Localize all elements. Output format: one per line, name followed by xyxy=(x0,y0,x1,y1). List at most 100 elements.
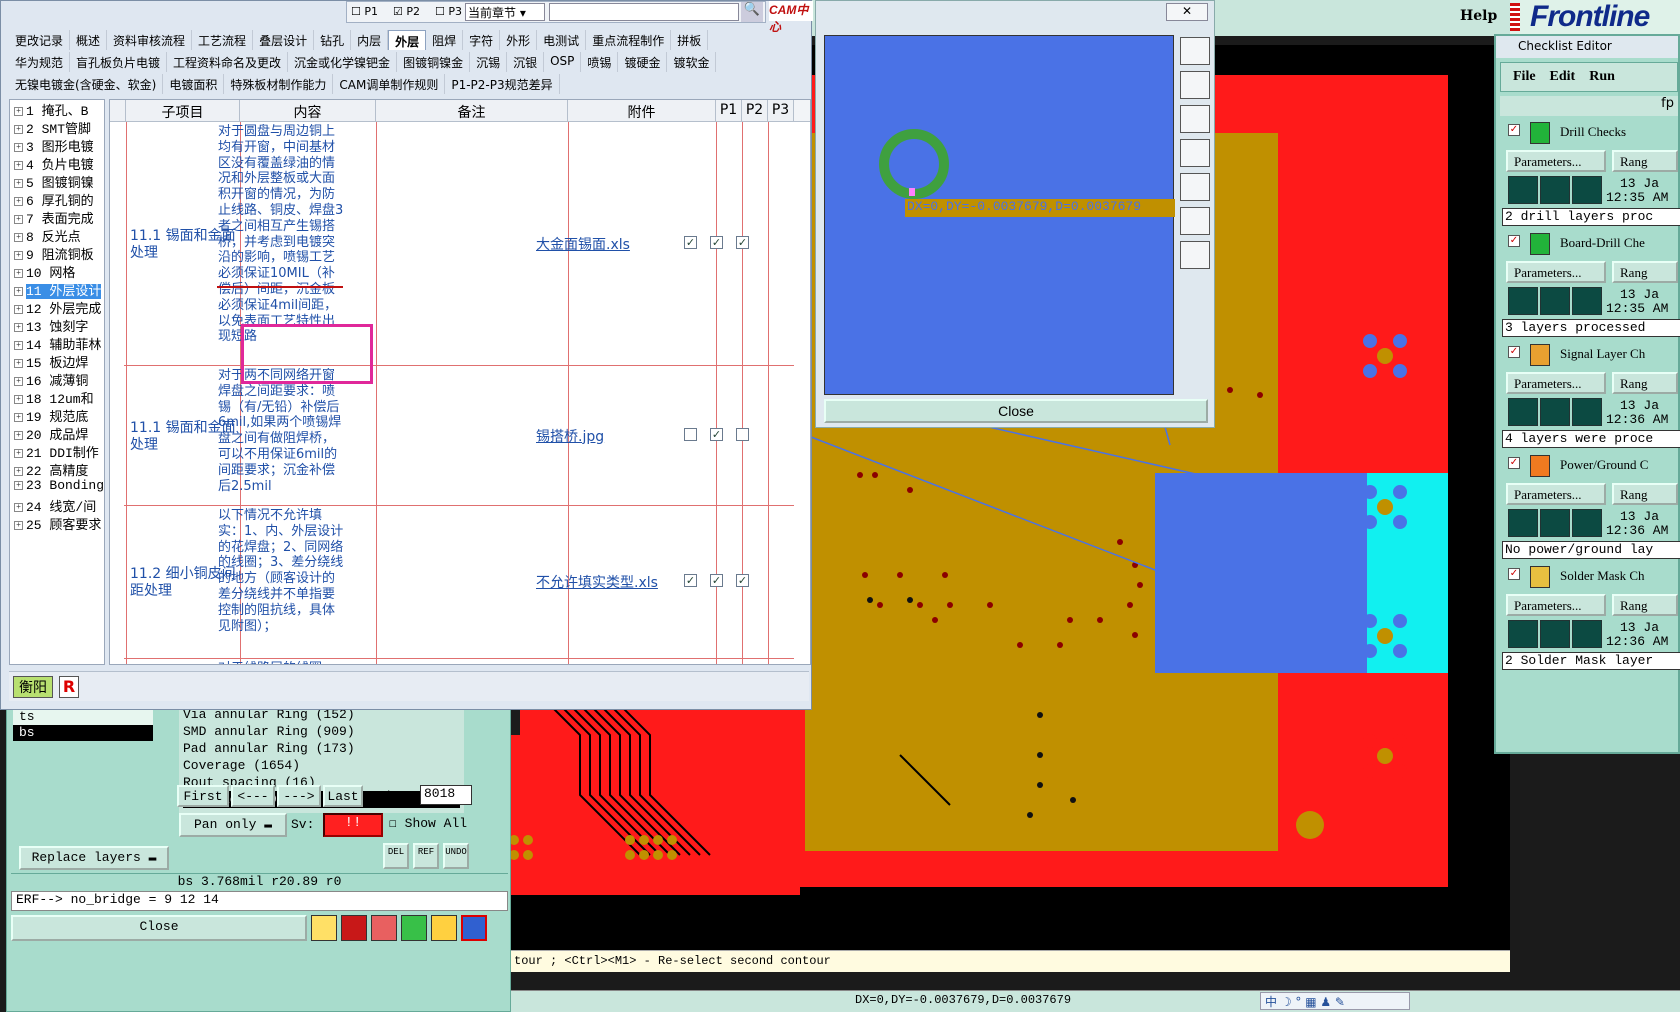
run-icon[interactable] xyxy=(1572,398,1602,426)
expand-icon[interactable]: + xyxy=(14,431,23,441)
tab-item[interactable]: 图镀铜镍金 xyxy=(397,52,471,72)
menu-run[interactable]: Run xyxy=(1589,69,1615,85)
tab-item[interactable]: 电镀面积 xyxy=(163,74,225,94)
tree-node[interactable]: +5 图镀铜镍 xyxy=(10,172,104,191)
tab-item[interactable]: 概述 xyxy=(70,30,108,50)
layer-list[interactable]: ts bs xyxy=(13,709,153,829)
expand-icon[interactable]: + xyxy=(14,305,23,315)
run-icon[interactable] xyxy=(1540,620,1570,648)
chapter-tree[interactable]: +1 掩孔、B +2 SMT管脚 +3 图形电镀 +4 负片电镀 +5 图镀铜镍 +6 厚… xyxy=(9,99,105,665)
fit-icon[interactable] xyxy=(1180,207,1210,235)
parameters-button[interactable]: Parameters... xyxy=(1506,372,1606,394)
tab-item[interactable]: P1-P2-P3规范差异 xyxy=(445,74,560,94)
range-button[interactable]: Rang xyxy=(1612,150,1678,172)
run-icon[interactable] xyxy=(1572,176,1602,204)
parameters-button[interactable]: Parameters... xyxy=(1506,261,1606,283)
run-icon[interactable] xyxy=(1508,509,1538,537)
range-button[interactable]: Rang xyxy=(1612,594,1678,616)
pan-icon[interactable] xyxy=(1180,241,1210,269)
tab-item[interactable]: 电测试 xyxy=(537,30,587,50)
expand-icon[interactable]: + xyxy=(14,251,23,261)
col-header-notes[interactable]: 备注 xyxy=(376,100,568,122)
p2-checkbox[interactable]: ✓ xyxy=(710,574,723,587)
run-icon[interactable] xyxy=(1540,176,1570,204)
tab-item[interactable]: 叠层设计 xyxy=(253,30,315,50)
r-button[interactable]: R xyxy=(59,676,79,698)
p3-checkbox[interactable]: ✓ xyxy=(736,574,749,587)
city-button[interactable]: 衡阳 xyxy=(13,676,53,698)
col-header-content[interactable]: 内容 xyxy=(240,100,376,122)
run-icon[interactable] xyxy=(1572,620,1602,648)
p3-filter[interactable]: ☐ P3 xyxy=(435,5,462,18)
tree-node[interactable]: +20 成品焊 xyxy=(10,424,104,443)
col-header-p1[interactable]: P1 xyxy=(716,100,742,122)
parameters-button[interactable]: Parameters... xyxy=(1506,150,1606,172)
del-button[interactable]: DEL xyxy=(383,843,409,869)
tree-node[interactable]: +15 板边焊 xyxy=(10,352,104,371)
ime-toolbar[interactable]: 中 ☽ ° ▦ ♟ ✎ xyxy=(1260,992,1410,1010)
expand-icon[interactable]: + xyxy=(14,143,23,153)
expand-icon[interactable]: + xyxy=(14,341,23,351)
parameters-button[interactable]: Parameters... xyxy=(1506,483,1606,505)
tab-item[interactable]: 钻孔 xyxy=(314,30,352,50)
range-button[interactable]: Rang xyxy=(1612,483,1678,505)
expand-icon[interactable]: + xyxy=(14,269,23,279)
tab-item[interactable]: 工程资料命名及更改 xyxy=(167,52,289,72)
tree-node[interactable]: +2 SMT管脚 xyxy=(10,118,104,137)
tab-item[interactable]: 沉锡 xyxy=(470,52,508,72)
col-header-p3[interactable]: P3 xyxy=(768,100,794,122)
enable-checkbox[interactable]: ✓ xyxy=(1508,457,1520,469)
tool-icon[interactable] xyxy=(461,915,487,941)
tab-item[interactable]: 外层 xyxy=(388,30,427,50)
expand-icon[interactable]: + xyxy=(14,413,23,423)
tree-node[interactable]: +4 负片电镀 xyxy=(10,154,104,173)
parameters-button[interactable]: Parameters... xyxy=(1506,594,1606,616)
expand-icon[interactable]: + xyxy=(14,107,23,117)
close-icon[interactable]: ✕ xyxy=(1166,3,1208,21)
tab-item[interactable]: CAM调单制作规则 xyxy=(333,74,446,94)
tree-node[interactable]: +1 掩孔、B xyxy=(10,100,104,119)
tab-item[interactable]: 更改记录 xyxy=(9,30,71,50)
col-header-attach[interactable]: 附件 xyxy=(568,100,716,122)
tab-item[interactable]: 资料审核流程 xyxy=(107,30,193,50)
run-icon[interactable] xyxy=(1508,620,1538,648)
tree-node[interactable]: +3 图形电镀 xyxy=(10,136,104,155)
tab-item[interactable]: 喷锡 xyxy=(581,52,619,72)
close-button[interactable]: Close xyxy=(11,915,307,941)
tool-icon[interactable] xyxy=(401,915,427,941)
expand-icon[interactable]: + xyxy=(14,395,23,405)
measure-view[interactable]: DX=0,DY=-0.0037679,D=0.0037679 xyxy=(824,35,1175,395)
expand-icon[interactable]: + xyxy=(14,377,23,387)
result-item[interactable]: SMD annular Ring (909) xyxy=(183,723,460,740)
tab-item[interactable]: 华为规范 xyxy=(9,52,71,72)
col-header-item[interactable]: 子项目 xyxy=(126,100,240,122)
down-icon[interactable] xyxy=(1180,105,1210,133)
expand-icon[interactable]: + xyxy=(14,197,23,207)
tab-item[interactable]: 内层 xyxy=(351,30,389,50)
row-attachment-link[interactable]: 锡搭桥.jpg xyxy=(536,426,604,446)
p3-checkbox[interactable]: ✓ xyxy=(736,235,749,249)
expand-icon[interactable]: + xyxy=(14,323,23,333)
run-icon[interactable] xyxy=(1540,509,1570,537)
rule-table[interactable]: 子项目 内容 备注 附件 P1 P2 P3 11.1 锡面和金面处理 对于圆盘与周… xyxy=(109,99,811,665)
tab-item[interactable]: 字符 xyxy=(463,30,501,50)
tree-node[interactable]: +24 线宽/间 xyxy=(10,496,104,515)
menu-file[interactable]: File xyxy=(1513,69,1536,85)
tree-node[interactable]: +25 顾客要求 xyxy=(10,514,104,533)
replace-layers-dropdown[interactable]: Replace layers ▬ xyxy=(19,846,169,870)
sv-indicator[interactable]: !! xyxy=(323,813,383,837)
run-icon[interactable] xyxy=(1508,398,1538,426)
measure-close-button[interactable]: Close xyxy=(824,399,1208,423)
tab-item[interactable]: 拼板 xyxy=(671,30,709,50)
p1-checkbox[interactable]: ✓ xyxy=(684,574,697,587)
p2-filter[interactable]: ☑ P2 xyxy=(393,5,420,18)
tree-node[interactable]: +11 外层设计 xyxy=(10,280,104,299)
layer-item-selected[interactable]: bs xyxy=(13,725,153,741)
row-attachment-link[interactable]: 不允许填实类型.xls xyxy=(536,572,658,592)
p1-checkbox[interactable]: ✓ xyxy=(684,235,697,249)
run-icon[interactable] xyxy=(1572,287,1602,315)
tree-node[interactable]: +22 高精度 xyxy=(10,460,104,479)
tab-item[interactable]: OSP xyxy=(544,52,582,72)
ref-button[interactable]: REF xyxy=(413,843,439,869)
tree-node[interactable]: +23 Bonding xyxy=(10,478,104,496)
